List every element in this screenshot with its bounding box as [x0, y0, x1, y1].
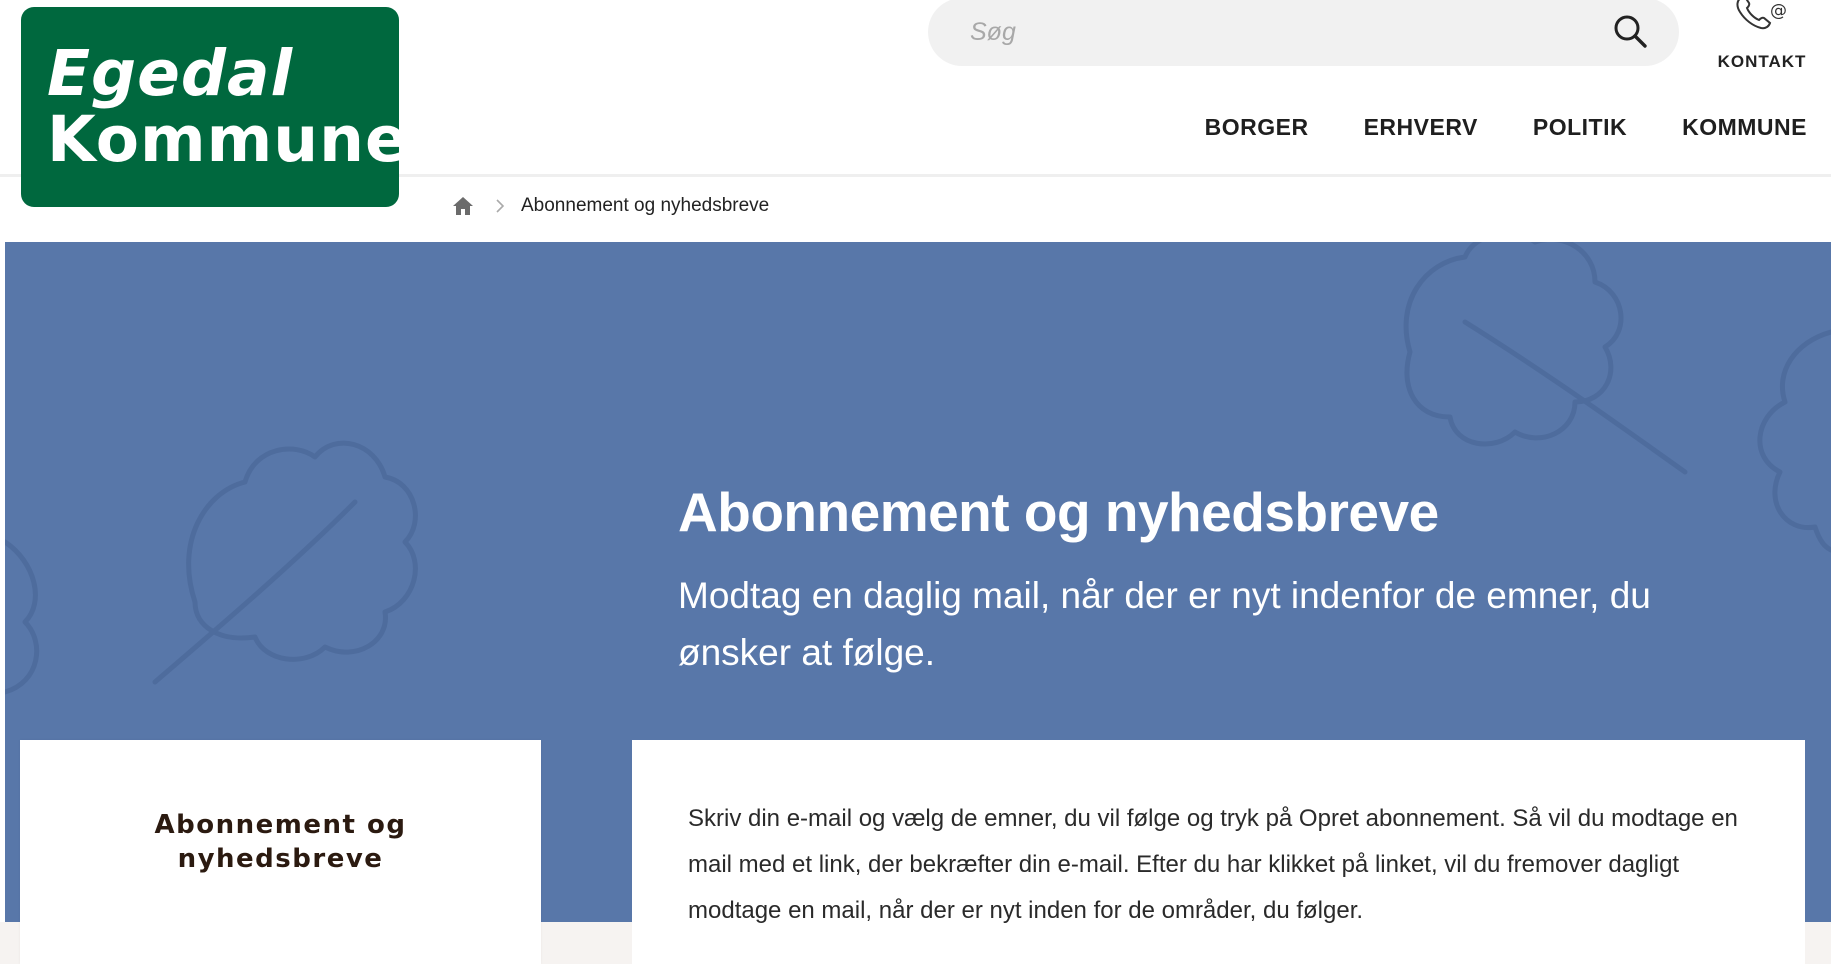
side-nav-card: Abonnement og nyhedsbreve	[20, 740, 541, 964]
nav-erhverv[interactable]: ERHVERV	[1364, 112, 1478, 142]
content-card: Skriv din e-mail og vælg de emner, du vi…	[632, 740, 1805, 964]
contact-phone-icon: @	[1736, 0, 1787, 30]
breadcrumb: Abonnement og nyhedsbreve	[451, 191, 769, 221]
svg-text:@: @	[1770, 1, 1787, 21]
contact-label: KONTAKT	[1717, 52, 1807, 71]
nav-politik[interactable]: POLITIK	[1533, 112, 1627, 142]
intro-text: Skriv din e-mail og vælg de emner, du vi…	[688, 805, 1738, 924]
page-title: Abonnement og nyhedsbreve	[678, 481, 1439, 543]
search-bar	[928, 0, 1679, 66]
side-nav-title[interactable]: Abonnement og nyhedsbreve	[20, 808, 541, 876]
breadcrumb-current: Abonnement og nyhedsbreve	[521, 195, 770, 216]
logo-line-1: Egedal	[47, 37, 294, 110]
site-logo[interactable]: Egedal Kommune	[21, 7, 409, 207]
home-icon	[453, 197, 473, 215]
logo-line-2: Kommune	[47, 103, 409, 176]
side-nav-title-line-1: Abonnement og	[154, 810, 407, 840]
side-nav-title-line-2: nyhedsbreve	[177, 844, 384, 874]
site-header: Egedal Kommune @ KONTAKT BORGER ERHVERV …	[0, 0, 1831, 207]
main-nav: BORGER ERHVERV POLITIK KOMMUNE	[1150, 112, 1807, 142]
nav-borger[interactable]: BORGER	[1205, 112, 1309, 142]
breadcrumb-home[interactable]	[451, 195, 475, 217]
chevron-right-icon	[495, 198, 505, 214]
page-subtitle: Modtag en daglig mail, når der er nyt in…	[678, 575, 1651, 673]
contact-link[interactable]: @ KONTAKT	[1702, 0, 1822, 80]
search-icon	[1614, 15, 1647, 48]
search-button[interactable]	[1605, 6, 1655, 56]
search-input[interactable]	[968, 6, 1532, 58]
nav-kommune[interactable]: KOMMUNE	[1682, 112, 1807, 142]
